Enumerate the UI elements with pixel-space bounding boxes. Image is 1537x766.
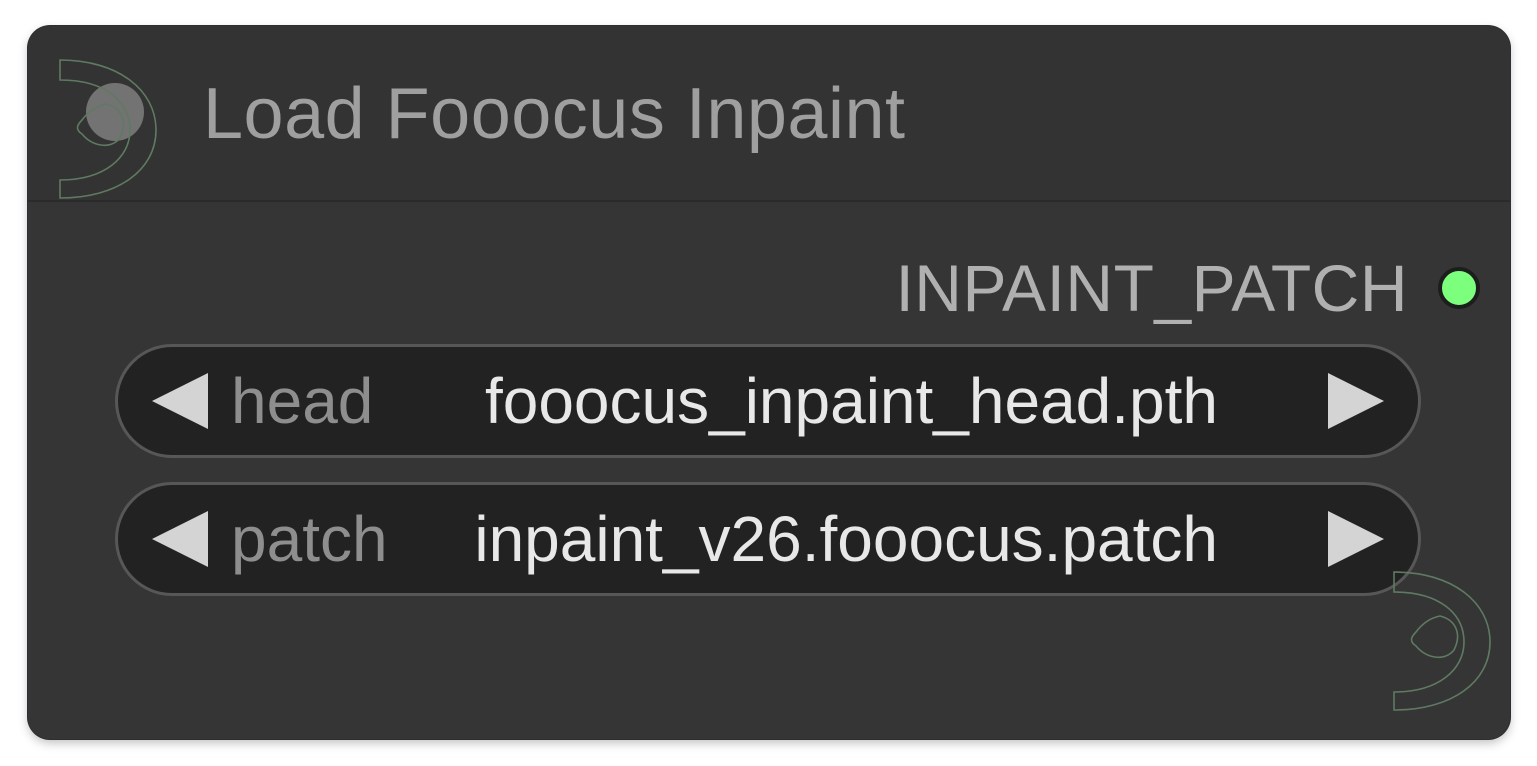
left-arrow-icon[interactable] <box>152 373 208 429</box>
decorative-logo-icon <box>1393 571 1491 711</box>
right-arrow-icon[interactable] <box>1328 373 1384 429</box>
left-arrow-icon[interactable] <box>152 511 208 567</box>
widget-value[interactable]: inpaint_v26.fooocus.patch <box>474 502 1218 576</box>
right-arrow-icon[interactable] <box>1328 511 1384 567</box>
patch-combo-widget[interactable]: patch inpaint_v26.fooocus.patch <box>115 482 1421 596</box>
widget-label: head <box>231 365 374 437</box>
output-label: INPAINT_PATCH <box>895 251 1408 325</box>
node-header[interactable]: Load Fooocus Inpaint <box>28 26 1510 202</box>
collapse-dot-icon[interactable] <box>86 83 144 141</box>
output-row: INPAINT_PATCH <box>895 248 1480 328</box>
output-slot-icon[interactable] <box>1438 267 1480 309</box>
head-combo-widget[interactable]: head fooocus_inpaint_head.pth <box>115 344 1421 458</box>
node-title: Load Fooocus Inpaint <box>203 74 906 154</box>
load-fooocus-inpaint-node[interactable]: Load Fooocus Inpaint INPAINT_PATCH head … <box>28 26 1510 739</box>
widget-value[interactable]: fooocus_inpaint_head.pth <box>485 364 1218 438</box>
widget-label: patch <box>231 503 388 575</box>
